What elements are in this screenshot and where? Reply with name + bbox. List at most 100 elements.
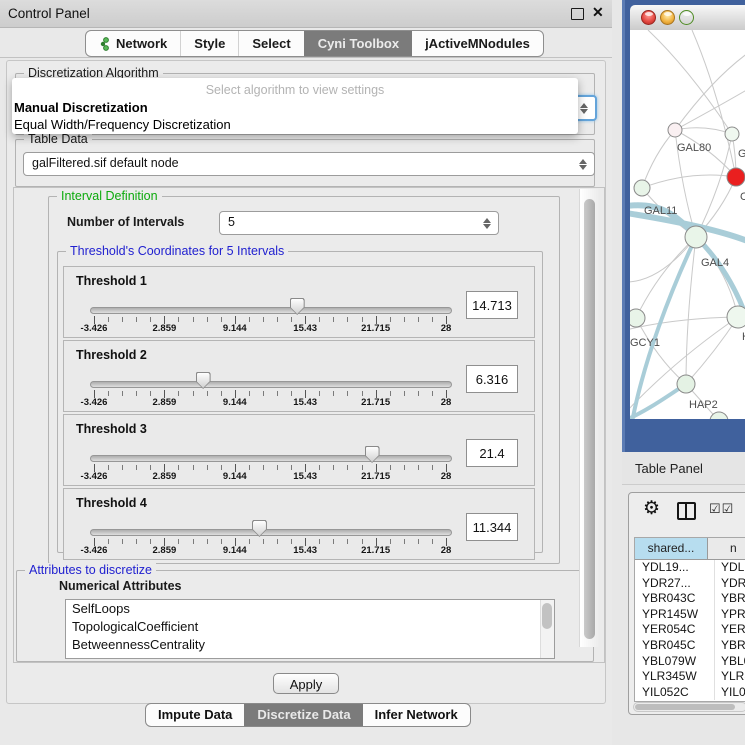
- scrollbar-thumb[interactable]: [542, 603, 552, 629]
- slider-track[interactable]: [90, 529, 452, 536]
- network-edge[interactable]: [675, 85, 745, 130]
- settings-vertical-scrollbar[interactable]: [579, 189, 599, 647]
- tab-label: jActiveMNodules: [425, 31, 530, 56]
- table-horizontal-scrollbar[interactable]: [633, 702, 745, 712]
- close-traffic-light-icon[interactable]: [641, 10, 656, 25]
- network-edge[interactable]: [696, 237, 738, 317]
- tab-cyni-toolbox[interactable]: Cyni Toolbox: [304, 31, 412, 56]
- column-header-name[interactable]: n: [708, 538, 745, 559]
- attributes-list-scrollbar[interactable]: [540, 600, 554, 658]
- tick-label: 28: [441, 471, 452, 482]
- threshold-value-field[interactable]: [466, 439, 518, 467]
- network-edge[interactable]: [686, 317, 738, 384]
- minor-tick: [319, 391, 320, 396]
- minor-tick: [362, 465, 363, 470]
- close-icon[interactable]: ✕: [592, 4, 604, 21]
- minor-tick: [432, 539, 433, 544]
- network-node-gal4[interactable]: [685, 226, 707, 248]
- tick-label: 15.43: [293, 397, 317, 408]
- minor-tick: [221, 465, 222, 470]
- network-node-hap2[interactable]: [677, 375, 695, 393]
- checkbox-columns-icons[interactable]: ☑☑: [709, 501, 734, 517]
- interval-definition-label: Interval Definition: [57, 189, 162, 203]
- tab-style[interactable]: Style: [180, 31, 238, 56]
- network-graph[interactable]: GAL80GACGAL11GAL4GCY1HHAP2: [630, 30, 745, 419]
- network-node-c[interactable]: [727, 168, 745, 186]
- cell-name: YPR1: [715, 607, 745, 623]
- network-edge[interactable]: [642, 175, 736, 188]
- cell-name: YER0: [715, 622, 745, 638]
- threshold-value-field[interactable]: [466, 365, 518, 393]
- scrollbar-thumb[interactable]: [584, 199, 595, 639]
- number-of-intervals-combobox[interactable]: 5: [219, 211, 499, 235]
- algorithm-option-equal-width-frequency-discretization[interactable]: Equal Width/Frequency Discretization: [12, 116, 578, 133]
- apply-button[interactable]: Apply: [273, 673, 339, 694]
- slider-track[interactable]: [90, 381, 452, 388]
- table-row[interactable]: YDR27...YDR2: [635, 576, 745, 592]
- number-of-intervals-label: Number of Intervals: [67, 215, 184, 229]
- gear-icon[interactable]: ⚙: [643, 497, 660, 520]
- split-view-icon[interactable]: [677, 502, 696, 520]
- algorithm-option-manual-discretization[interactable]: Manual Discretization: [12, 99, 578, 116]
- table-row[interactable]: YBL079WYBL0: [635, 654, 745, 670]
- threshold-label: Threshold 2: [76, 348, 147, 362]
- table-row[interactable]: YLR345WYLR3: [635, 669, 745, 685]
- tab-jactivemnodules[interactable]: jActiveMNodules: [412, 31, 543, 56]
- slider-track[interactable]: [90, 455, 452, 462]
- scrollbar-thumb[interactable]: [635, 704, 735, 710]
- minor-tick: [277, 539, 278, 544]
- tab-label: Network: [116, 31, 167, 56]
- network-edge[interactable]: [648, 30, 732, 134]
- attribute-item-topologicalcoefficient[interactable]: TopologicalCoefficient: [66, 618, 554, 636]
- network-node[interactable]: [710, 412, 728, 419]
- table-row[interactable]: YER054CYER0: [635, 622, 745, 638]
- network-node-h[interactable]: [727, 306, 745, 328]
- table-row[interactable]: YPR145WYPR1: [635, 607, 745, 623]
- network-view-window: GAL80GACGAL11GAL4GCY1HHAP2: [622, 0, 745, 452]
- minor-tick: [136, 465, 137, 470]
- tab-select[interactable]: Select: [238, 31, 303, 56]
- table-data-combobox[interactable]: galFiltered.sif default node: [23, 152, 595, 176]
- network-window-titlebar: [630, 5, 745, 31]
- algorithm-dropdown-popup: Select algorithm to view settings Manual…: [12, 78, 578, 134]
- attribute-item-betweennesscentrality[interactable]: BetweennessCentrality: [66, 636, 554, 654]
- network-edge[interactable]: [675, 48, 745, 130]
- column-header-shared-name[interactable]: shared...: [635, 538, 708, 559]
- minor-tick: [207, 465, 208, 470]
- network-node-gal11[interactable]: [634, 180, 650, 196]
- minimize-traffic-light-icon[interactable]: [660, 10, 675, 25]
- numerical-attributes-list[interactable]: SelfLoopsTopologicalCoefficientBetweenne…: [65, 599, 555, 659]
- float-window-icon[interactable]: [571, 8, 584, 20]
- control-panel-titlebar: Control Panel ✕: [0, 0, 612, 28]
- table-row[interactable]: YBR045CYBR0: [635, 638, 745, 654]
- top-tab-group: Network Style SelectCyni Toolbox jActiveMNo…: [85, 30, 544, 57]
- network-canvas[interactable]: GAL80GACGAL11GAL4GCY1HHAP2: [630, 30, 745, 419]
- table-row[interactable]: YDL19...YDL1: [635, 560, 745, 576]
- threshold-label: Threshold 4: [76, 496, 147, 510]
- network-node-gal80[interactable]: [668, 123, 682, 137]
- threshold-value-field[interactable]: [466, 513, 518, 541]
- slider-track[interactable]: [90, 307, 452, 314]
- minor-tick: [221, 391, 222, 396]
- minor-tick: [150, 317, 151, 322]
- cell-name: YBL0: [715, 654, 745, 670]
- algorithm-placeholder-option[interactable]: Select algorithm to view settings: [12, 78, 578, 99]
- tab-discretize-data[interactable]: Discretize Data: [244, 704, 362, 726]
- network-node-gcy1[interactable]: [630, 309, 645, 327]
- tab-label: Style: [194, 31, 225, 56]
- minor-tick: [404, 465, 405, 470]
- attribute-item-selfloops[interactable]: SelfLoops: [66, 600, 554, 618]
- tab-infer-network[interactable]: Infer Network: [363, 704, 470, 726]
- tab-network[interactable]: Network: [86, 31, 180, 56]
- network-node-ga[interactable]: [725, 127, 739, 141]
- table-row[interactable]: YBR043CYBR0: [635, 591, 745, 607]
- network-edge[interactable]: [692, 30, 736, 177]
- minor-tick: [319, 317, 320, 322]
- cell-name: YBR0: [715, 591, 745, 607]
- tab-impute-data[interactable]: Impute Data: [146, 704, 244, 726]
- table-row[interactable]: YIL052CYIL0: [635, 685, 745, 701]
- network-edge[interactable]: [675, 128, 732, 134]
- zoom-traffic-light-icon[interactable]: [679, 10, 694, 25]
- combo-spinner-icon: [579, 153, 587, 175]
- threshold-value-field[interactable]: [466, 291, 518, 319]
